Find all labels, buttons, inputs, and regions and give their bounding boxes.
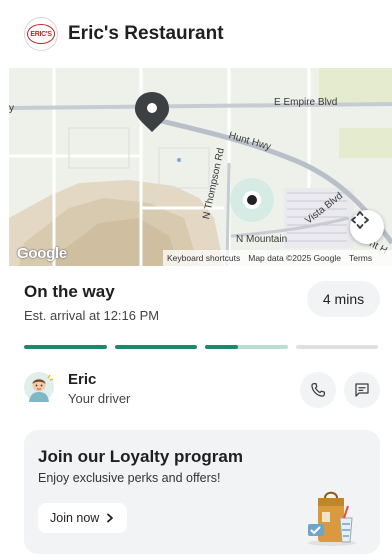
message-icon: [355, 383, 369, 397]
recenter-button[interactable]: [350, 210, 384, 244]
progress-fill-2: [114, 345, 197, 349]
map-pin-icon[interactable]: [133, 90, 171, 134]
map-label-left-edge: y: [9, 103, 14, 114]
map-label-mountain: N Mountain: [236, 234, 288, 245]
app-header: ERIC'S Eric's Restaurant: [0, 0, 392, 68]
chevron-right-icon: [107, 513, 114, 523]
eta-badge: 4 mins: [307, 281, 380, 317]
recenter-icon: [351, 211, 369, 229]
restaurant-title: Eric's Restaurant: [68, 23, 224, 44]
join-now-button[interactable]: Join now: [38, 503, 128, 533]
join-now-label: Join now: [50, 511, 100, 525]
map-attribution: Keyboard shortcuts Map data ©2025 Google…: [163, 250, 392, 266]
delivery-progress: [24, 345, 378, 349]
google-logo: Google: [17, 245, 67, 262]
driver-avatar: [24, 372, 54, 402]
loyalty-card: Join our Loyalty program Enjoy exclusive…: [24, 430, 380, 554]
driver-name: Eric: [68, 371, 97, 388]
progress-fill-1: [24, 345, 107, 349]
progress-segment-3: [205, 345, 288, 349]
terms-link[interactable]: Terms: [349, 253, 372, 263]
keyboard-shortcuts-link[interactable]: Keyboard shortcuts: [167, 253, 240, 263]
message-driver-button[interactable]: [344, 372, 380, 408]
location-dot-icon: [243, 191, 261, 209]
progress-segment-1: [24, 345, 107, 349]
logo-text: ERIC'S: [27, 24, 55, 44]
phone-icon: [311, 382, 326, 397]
map-data-text: Map data ©2025 Google: [248, 253, 341, 263]
driver-role: Your driver: [68, 391, 131, 406]
loyalty-title: Join our Loyalty program: [38, 447, 243, 466]
progress-fill-3: [205, 345, 238, 349]
restaurant-logo: ERIC'S: [24, 17, 58, 51]
shopping-bag-icon: [308, 491, 356, 546]
progress-segment-2: [114, 345, 197, 349]
delivery-map[interactable]: E Empire Blvd Hunt Hwy N Thompson Rd Vis…: [9, 68, 392, 266]
progress-segment-4: [295, 345, 378, 349]
map-label-empire: E Empire Blvd: [274, 97, 338, 108]
estimated-arrival: Est. arrival at 12:16 PM: [24, 308, 160, 323]
loyalty-subtitle: Enjoy exclusive perks and offers!: [38, 471, 221, 485]
order-status-title: On the way: [24, 282, 115, 301]
call-driver-button[interactable]: [300, 372, 336, 408]
